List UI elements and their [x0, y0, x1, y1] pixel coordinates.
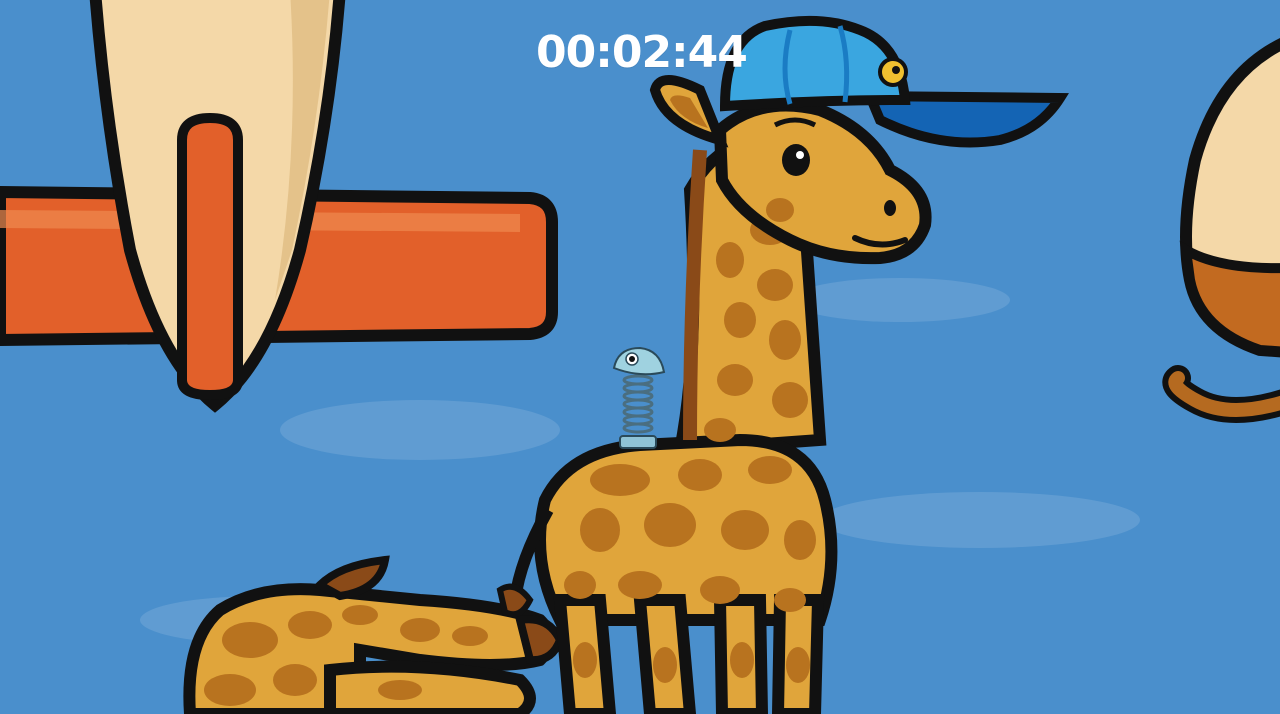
game-timer: 00:02:44 — [536, 27, 748, 78]
game-scene[interactable]: 00:02:44 — [0, 0, 1280, 714]
scene-art — [0, 0, 1280, 714]
airplane-fin — [177, 112, 243, 401]
giraffe-eye — [782, 144, 810, 176]
